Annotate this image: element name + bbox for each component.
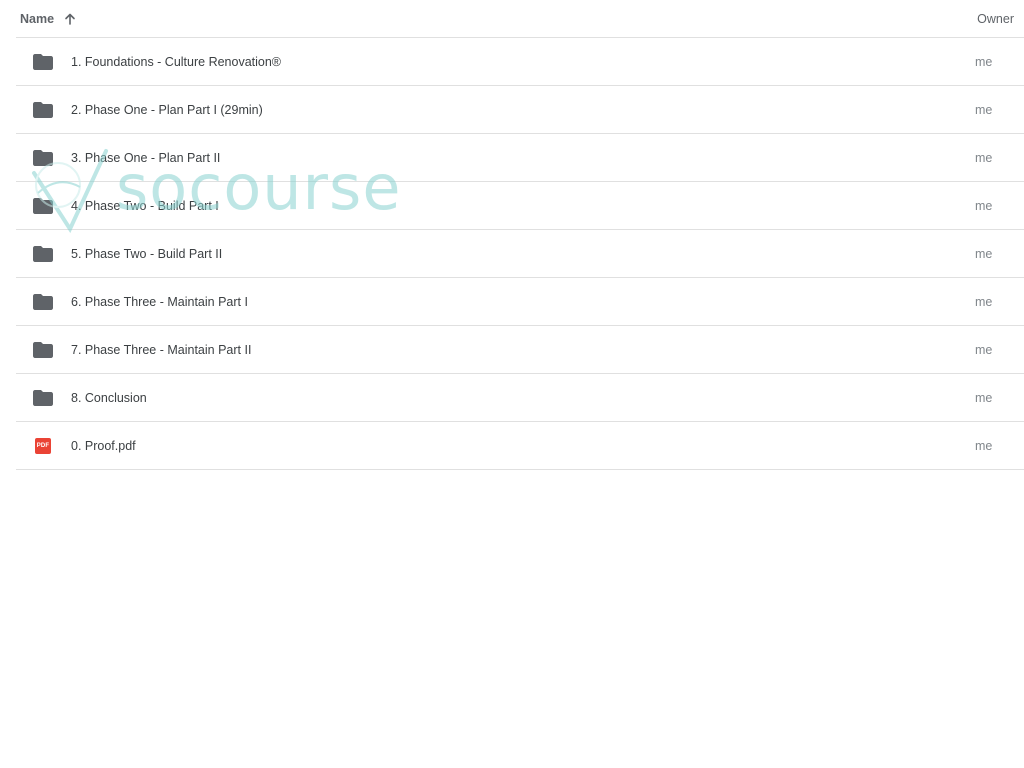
- file-name: 0. Proof.pdf: [71, 438, 136, 453]
- folder-icon: [33, 148, 53, 168]
- table-row[interactable]: 1. Foundations - Culture Renovation® me: [16, 38, 1024, 86]
- table-row[interactable]: 3. Phase One - Plan Part II me: [16, 134, 1024, 182]
- file-name: 1. Foundations - Culture Renovation®: [71, 54, 282, 69]
- name-column-label: Name: [20, 11, 55, 26]
- folder-icon: [33, 340, 53, 360]
- owner-column-header[interactable]: Owner: [977, 12, 1014, 26]
- arrow-up-icon[interactable]: [63, 12, 77, 26]
- table-row[interactable]: 4. Phase Two - Build Part I me: [16, 182, 1024, 230]
- rows-container: 1. Foundations - Culture Renovation® me …: [16, 38, 1024, 470]
- file-owner: me: [975, 102, 993, 117]
- drive-file-browser: Name Owner 1. Foundations - Culture Reno…: [0, 0, 1024, 768]
- file-owner: me: [975, 294, 993, 309]
- file-name: 4. Phase Two - Build Part I: [71, 198, 219, 213]
- file-owner: me: [975, 198, 993, 213]
- folder-icon: [33, 196, 53, 216]
- table-row[interactable]: PDF 0. Proof.pdf me: [16, 422, 1024, 470]
- list-header: Name Owner: [16, 0, 1024, 38]
- file-name: 6. Phase Three - Maintain Part I: [71, 294, 248, 309]
- file-name: 8. Conclusion: [71, 390, 147, 405]
- file-list: Name Owner 1. Foundations - Culture Reno…: [16, 0, 1024, 470]
- pdf-icon: PDF: [33, 436, 53, 456]
- folder-icon: [33, 292, 53, 312]
- file-owner: me: [975, 54, 993, 69]
- file-owner: me: [975, 342, 993, 357]
- table-row[interactable]: 2. Phase One - Plan Part I (29min) me: [16, 86, 1024, 134]
- file-owner: me: [975, 150, 993, 165]
- file-owner: me: [975, 390, 993, 405]
- folder-icon: [33, 244, 53, 264]
- file-name: 3. Phase One - Plan Part II: [71, 150, 221, 165]
- file-name: 5. Phase Two - Build Part II: [71, 246, 223, 261]
- table-row[interactable]: 5. Phase Two - Build Part II me: [16, 230, 1024, 278]
- table-row[interactable]: 7. Phase Three - Maintain Part II me: [16, 326, 1024, 374]
- name-column-header[interactable]: Name: [20, 12, 77, 26]
- file-owner: me: [975, 246, 993, 261]
- file-name: 2. Phase One - Plan Part I (29min): [71, 102, 263, 117]
- table-row[interactable]: 8. Conclusion me: [16, 374, 1024, 422]
- folder-icon: [33, 388, 53, 408]
- file-name: 7. Phase Three - Maintain Part II: [71, 342, 252, 357]
- folder-icon: [33, 100, 53, 120]
- table-row[interactable]: 6. Phase Three - Maintain Part I me: [16, 278, 1024, 326]
- pdf-badge: PDF: [35, 437, 51, 454]
- folder-icon: [33, 52, 53, 72]
- file-owner: me: [975, 438, 993, 453]
